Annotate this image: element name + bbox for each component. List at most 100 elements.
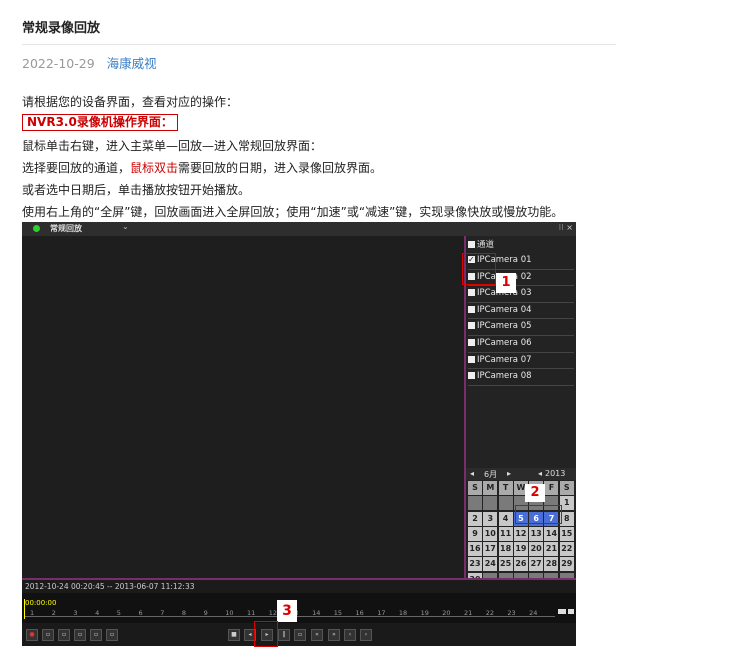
- weekday-label: S: [468, 481, 482, 495]
- step-2-a: 选择要回放的通道，: [22, 161, 131, 175]
- weekday-label: M: [483, 481, 498, 495]
- digital-zoom-icon[interactable]: ▫: [106, 629, 118, 641]
- calendar-day[interactable]: 3: [483, 511, 498, 526]
- window-buttons[interactable]: ⁝⁝ ×: [559, 223, 573, 232]
- record-icon[interactable]: ●: [26, 629, 38, 641]
- checkbox-icon[interactable]: [468, 241, 475, 248]
- lock-icon[interactable]: ▫: [42, 629, 54, 641]
- calendar-day[interactable]: 16: [468, 542, 482, 557]
- calendar-day[interactable]: 24: [483, 557, 498, 572]
- checkbox-icon[interactable]: [468, 338, 475, 346]
- channel-label: IPCamera 06: [477, 337, 532, 348]
- step-2-highlight: 鼠标双击: [130, 161, 179, 175]
- timeline-tick: 12: [268, 609, 277, 617]
- calendar-day[interactable]: 25: [498, 557, 513, 572]
- clip-icon[interactable]: ▫: [58, 629, 70, 641]
- calendar-day[interactable]: 15: [559, 526, 574, 541]
- channel-label: IPCamera 08: [477, 371, 532, 382]
- timeline-tick: 23: [507, 609, 516, 617]
- chevron-down-icon[interactable]: ⌄: [122, 222, 129, 231]
- timeline-tick: 8: [181, 609, 187, 617]
- calendar-day[interactable]: 21: [544, 542, 559, 557]
- slow-icon[interactable]: «: [311, 629, 323, 641]
- channel-row[interactable]: IPCamera 06: [468, 336, 574, 353]
- timeline-tick: 20: [442, 609, 451, 617]
- section-label: NVR3.0录像机操作界面：: [22, 114, 178, 131]
- highlight-box-2: [515, 505, 562, 524]
- calendar-header: ◂ 6月 ▸ ◂ 2013: [466, 468, 576, 480]
- timeline-tick: 21: [464, 609, 473, 617]
- calendar-day[interactable]: 26: [513, 557, 528, 572]
- calendar-empty-cell: [498, 496, 513, 511]
- timeline-tick: 19: [420, 609, 429, 617]
- timeline-tick: 2: [51, 609, 56, 617]
- calendar-day[interactable]: 19: [513, 542, 528, 557]
- calendar-day[interactable]: 13: [529, 526, 544, 541]
- channel-row[interactable]: IPCamera 07: [468, 353, 574, 370]
- stop-icon[interactable]: ■: [228, 629, 240, 641]
- calendar-day[interactable]: 10: [483, 526, 498, 541]
- zoom-in-icon[interactable]: [568, 609, 574, 614]
- pause-icon[interactable]: ‖: [278, 629, 290, 641]
- checkbox-icon[interactable]: [468, 322, 475, 330]
- snapshot-icon[interactable]: ▫: [90, 629, 102, 641]
- article-title: 常规录像回放: [22, 21, 101, 36]
- year-label: 2013: [545, 469, 566, 478]
- weekday-label: F: [544, 481, 559, 495]
- channel-label: IPCamera 05: [477, 321, 532, 332]
- calendar-empty-cell: [468, 496, 482, 511]
- channel-row[interactable]: IPCamera 05: [468, 319, 574, 336]
- divider: [22, 44, 616, 45]
- calendar-day[interactable]: 20: [529, 542, 544, 557]
- calendar-day[interactable]: 12: [513, 526, 528, 541]
- timeline-tick: 11: [247, 609, 256, 617]
- calendar-day[interactable]: 2: [468, 511, 482, 526]
- marker-1: 1: [496, 273, 516, 293]
- checkbox-icon[interactable]: [468, 372, 475, 380]
- highlight-box-3: [254, 621, 278, 647]
- logo-icon: [33, 225, 40, 232]
- fast-icon[interactable]: »: [328, 629, 340, 641]
- timeline[interactable]: 00:00:00 1234567891011121314151617181920…: [22, 593, 576, 623]
- step-1-text: 鼠标单击右键，进入主菜单—回放—进入常规回放界面：: [22, 139, 323, 153]
- prev-month-icon[interactable]: ◂: [470, 469, 474, 478]
- calendar-day[interactable]: 9: [468, 526, 482, 541]
- channel-label: IPCamera 07: [477, 354, 532, 365]
- prev-year-icon[interactable]: ◂: [538, 469, 542, 478]
- timeline-tick: 9: [203, 609, 208, 617]
- zoom-out-icon[interactable]: [558, 609, 566, 614]
- weekday-label: S: [559, 481, 574, 495]
- calendar-day[interactable]: 23: [468, 557, 482, 572]
- channel-row[interactable]: IPCamera 03: [468, 286, 574, 303]
- playback-screenshot: 常规回放 ⌄ ⁝⁝ × 通道 IPCamera 01IPCamera 02IPC…: [22, 222, 576, 647]
- step-icon[interactable]: ▫: [294, 629, 306, 641]
- video-area: [22, 236, 466, 578]
- channel-row[interactable]: IPCamera 04: [468, 303, 574, 320]
- calendar-day[interactable]: 11: [498, 526, 513, 541]
- calendar-day[interactable]: 14: [544, 526, 559, 541]
- calendar-day[interactable]: 27: [529, 557, 544, 572]
- timeline-tick: 3: [73, 609, 78, 617]
- prev-day-icon[interactable]: ‹: [344, 629, 356, 641]
- author-link[interactable]: 海康威视: [107, 56, 157, 71]
- timeline-tick: 14: [312, 609, 321, 617]
- tag-icon[interactable]: ▫: [74, 629, 86, 641]
- next-day-icon[interactable]: ›: [360, 629, 372, 641]
- timeline-tick: 15: [333, 609, 343, 617]
- article-date: 2022-10-29: [22, 56, 95, 71]
- checkbox-icon[interactable]: [468, 289, 475, 297]
- calendar-day[interactable]: 4: [498, 511, 513, 526]
- calendar-day[interactable]: 18: [498, 542, 513, 557]
- step-3-text: 或者选中日期后，单击播放按钮开始播放。: [22, 183, 251, 197]
- calendar-day[interactable]: 17: [483, 542, 498, 557]
- calendar-day[interactable]: 28: [544, 557, 559, 572]
- timeline-tick: 18: [398, 609, 408, 617]
- checkbox-icon[interactable]: [468, 355, 475, 363]
- calendar-day[interactable]: 29: [559, 557, 574, 572]
- checkbox-icon[interactable]: [468, 305, 475, 313]
- timeline-tick: 24: [529, 609, 538, 617]
- next-month-icon[interactable]: ▸: [507, 469, 511, 478]
- calendar-day[interactable]: 22: [559, 542, 574, 557]
- weekday-label: T: [498, 481, 513, 495]
- channel-row[interactable]: IPCamera 08: [468, 369, 574, 386]
